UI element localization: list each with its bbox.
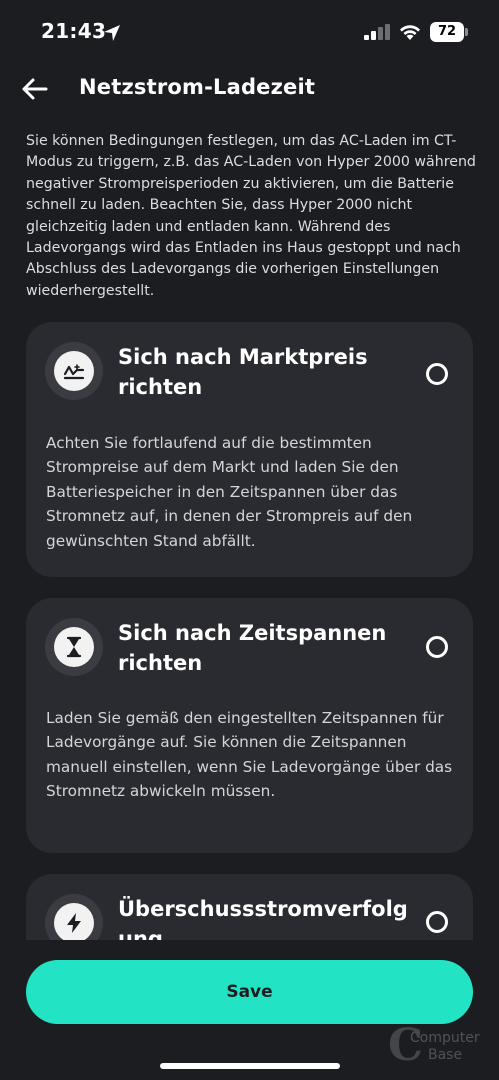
page-title: Netzstrom-Ladezeit: [79, 75, 316, 99]
option-description: Laden Sie gemäß den eingestellten Zeitsp…: [46, 709, 453, 801]
option-card-surplus[interactable]: Überschussstromverfolgung: [26, 874, 473, 940]
header: Netzstrom-Ladezeit: [0, 62, 499, 118]
option-icon-wrapper: [45, 894, 103, 940]
option-title: Sich nach Marktpreis richten: [118, 345, 368, 399]
hourglass-icon: [66, 636, 82, 658]
status-bar: 21:43 72: [0, 0, 499, 62]
price-chart-icon: [63, 364, 85, 380]
option-description: Achten Sie fortlaufend auf die bestimmte…: [46, 434, 413, 550]
location-arrow-icon: [104, 25, 120, 41]
wifi-icon: [400, 25, 420, 40]
home-indicator: [160, 1063, 340, 1069]
option-radio[interactable]: [426, 363, 448, 385]
lightning-icon: [67, 913, 81, 933]
computerbase-watermark: C Computer Base: [388, 1022, 494, 1072]
battery-nub: [465, 28, 468, 36]
option-icon-wrapper: [45, 618, 103, 676]
option-icon-wrapper: [45, 342, 103, 400]
option-card-time-periods[interactable]: Sich nach Zeitspannen richten Laden Sie …: [26, 598, 473, 853]
options-list[interactable]: Sich nach Marktpreis richten Achten Sie …: [0, 320, 499, 940]
option-radio[interactable]: [426, 911, 448, 933]
option-title: Sich nach Zeitspannen richten: [118, 621, 387, 675]
intro-text: Sie können Bedingungen festlegen, um das…: [26, 133, 476, 299]
cellular-signal-icon: [364, 24, 390, 40]
status-time: 21:43: [41, 19, 107, 43]
option-radio[interactable]: [426, 636, 448, 658]
watermark-line1: Computer: [410, 1030, 480, 1046]
save-button[interactable]: Save: [26, 960, 473, 1024]
arrow-left-icon[interactable]: [18, 74, 52, 104]
battery-icon: 72: [430, 22, 464, 42]
option-card-market-price[interactable]: Sich nach Marktpreis richten Achten Sie …: [26, 322, 473, 577]
option-title: Überschussstromverfolgung: [118, 897, 408, 940]
watermark-line2: Base: [428, 1047, 463, 1063]
